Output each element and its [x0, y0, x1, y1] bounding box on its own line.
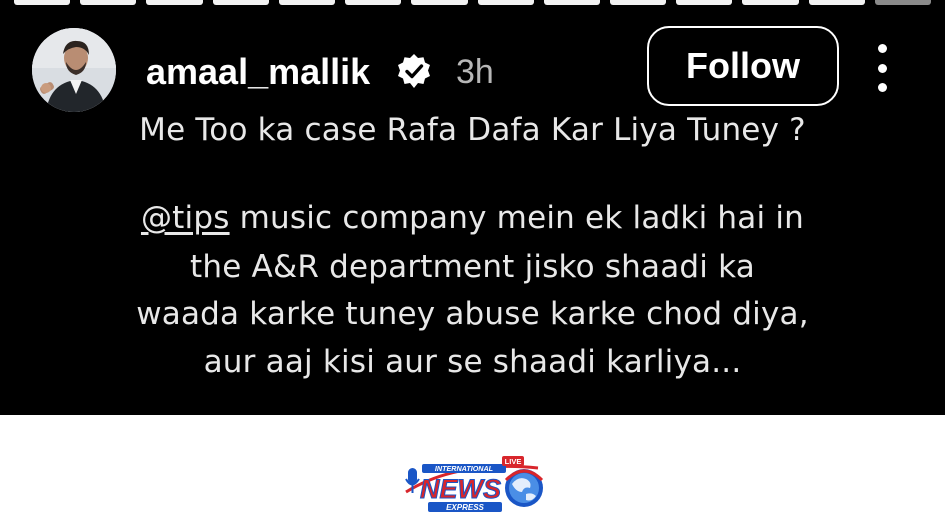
- logo-main-text: NEWS: [420, 474, 501, 504]
- caption-line-3: the A&R department jisko shaadi ka: [190, 249, 755, 285]
- story-progress-bar: [14, 0, 932, 6]
- progress-segment: [609, 0, 667, 5]
- post-time: 3h: [456, 53, 494, 91]
- username[interactable]: amaal_mallik: [146, 50, 370, 94]
- more-vertical-icon[interactable]: [870, 44, 894, 92]
- progress-segment: [212, 0, 269, 5]
- logo-live-text: LIVE: [505, 457, 522, 466]
- avatar[interactable]: [32, 28, 116, 112]
- progress-segment: [80, 0, 137, 5]
- caption-line-5: aur aaj kisi aur se shaadi karliya...: [203, 344, 742, 380]
- progress-segment: [874, 0, 932, 5]
- progress-segment: [411, 0, 468, 5]
- profile-photo: [32, 28, 116, 112]
- follow-button[interactable]: Follow: [647, 26, 839, 106]
- caption-line-4: waada karke tuney abuse karke chod diya,: [136, 296, 809, 332]
- story-viewer[interactable]: amaal_mallik 3h Follow Me Too ka case Ra…: [0, 0, 945, 415]
- logo-bottom-text: EXPRESS: [446, 503, 484, 512]
- progress-segment: [345, 0, 402, 5]
- progress-segment: [146, 0, 203, 5]
- progress-segment: [543, 0, 600, 5]
- news-express-logo: INTERNATIONAL LIVE NEWS EXPRESS: [405, 456, 544, 512]
- caption-line-1: Me Too ka case Rafa Dafa Kar Liya Tuney …: [139, 112, 806, 148]
- progress-segment: [742, 0, 799, 5]
- logo-top-text: INTERNATIONAL: [435, 464, 493, 473]
- progress-segment: [14, 0, 71, 5]
- caption-line-2: @tips music company mein ek ladki hai in: [0, 196, 945, 240]
- story-bottom-fade: [0, 385, 945, 415]
- progress-segment: [477, 0, 534, 5]
- progress-segment: [676, 0, 733, 5]
- mention-link[interactable]: @tips: [141, 200, 230, 236]
- verified-badge-icon: [398, 54, 430, 88]
- progress-segment: [278, 0, 336, 5]
- caption-line-2-text: music company mein ek ladki hai in: [229, 200, 805, 236]
- progress-segment: [808, 0, 865, 5]
